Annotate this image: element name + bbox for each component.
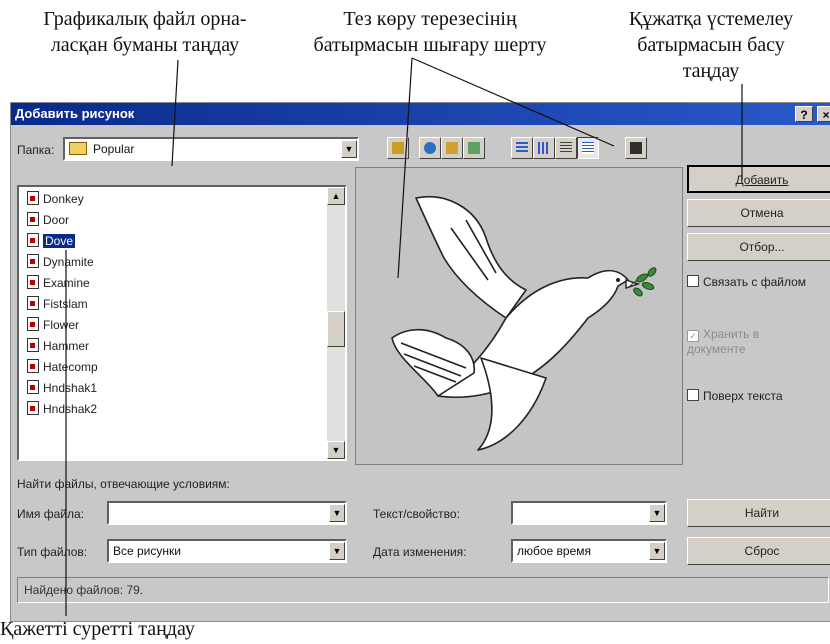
image-file-icon — [27, 380, 39, 394]
image-file-icon — [27, 338, 39, 352]
date-modified-dropdown-arrow[interactable]: ▼ — [649, 542, 665, 560]
image-file-icon — [27, 359, 39, 373]
checkbox-box[interactable] — [687, 275, 699, 287]
list-item[interactable]: Door — [27, 210, 69, 230]
date-modified-label: Дата изменения: — [373, 545, 467, 559]
insert-picture-dialog: Добавить рисунок ? × Папка: Popular ▼ Do… — [10, 102, 830, 622]
list-item[interactable]: Hndshak2 — [27, 399, 97, 419]
search-web-button[interactable] — [419, 137, 441, 159]
list-item[interactable]: Donkey — [27, 189, 84, 209]
folder-value: Popular — [93, 142, 135, 156]
list-item[interactable]: Hammer — [27, 336, 89, 356]
over-text-checkbox[interactable]: Поверх текста — [687, 389, 783, 403]
filetype-label: Тип файлов: — [17, 545, 88, 559]
list-scrollbar[interactable]: ▲ ▼ — [327, 187, 345, 459]
image-file-icon — [27, 317, 39, 331]
cancel-button[interactable]: Отмена — [687, 199, 830, 227]
search-heading: Найти файлы, отвечающие условиям: — [17, 477, 230, 491]
image-file-icon — [27, 275, 39, 289]
date-modified-select[interactable]: любое время — [511, 539, 667, 563]
image-file-icon — [27, 401, 39, 415]
scroll-up-arrow[interactable]: ▲ — [327, 187, 345, 205]
commands-button[interactable] — [625, 137, 647, 159]
checkbox-box[interactable]: ✓ — [687, 330, 699, 342]
image-file-icon — [27, 254, 39, 268]
status-bar: Найдено файлов: 79. — [17, 577, 829, 603]
filetype-dropdown-arrow[interactable]: ▼ — [329, 542, 345, 560]
reset-button[interactable]: Сброс — [687, 537, 830, 565]
favorites-button[interactable] — [441, 137, 463, 159]
filename-label: Имя файла: — [17, 507, 84, 521]
add-button[interactable]: Добавить — [687, 165, 830, 193]
folder-dropdown-arrow[interactable]: ▼ — [341, 140, 357, 158]
link-to-file-checkbox[interactable]: Связать с файлом — [687, 275, 806, 289]
help-button[interactable]: ? — [795, 106, 813, 122]
details-view-button[interactable] — [533, 137, 555, 159]
filter-button[interactable]: Отбор... — [687, 233, 830, 261]
dove-image — [391, 196, 657, 451]
annotation-preview: Тез көру терезесінің батырмасын шығару ш… — [313, 8, 547, 56]
image-file-icon — [27, 296, 39, 310]
list-item[interactable]: Fistslam — [27, 294, 88, 314]
up-folder-button[interactable] — [387, 137, 409, 159]
folder-select[interactable]: Popular — [63, 137, 359, 161]
checkbox-box[interactable] — [687, 389, 699, 401]
list-item[interactable]: Hndshak1 — [27, 378, 97, 398]
list-view-button[interactable] — [511, 137, 533, 159]
find-button[interactable]: Найти — [687, 499, 830, 527]
folder-label: Папка: — [17, 143, 55, 157]
text-property-dropdown-arrow[interactable]: ▼ — [649, 504, 665, 522]
list-item[interactable]: Examine — [27, 273, 90, 293]
dialog-title: Добавить рисунок — [11, 103, 830, 125]
close-button[interactable]: × — [817, 106, 830, 122]
annotation-folder: Графикалық файл орна- ласқан буманы таңд… — [43, 8, 247, 56]
list-item[interactable]: Hatecomp — [27, 357, 98, 377]
preview-pane — [355, 167, 683, 465]
preview-view-button[interactable] — [577, 137, 599, 159]
scroll-thumb[interactable] — [327, 311, 345, 347]
scroll-down-arrow[interactable]: ▼ — [327, 441, 345, 459]
list-item-selected[interactable]: Dove — [27, 231, 76, 251]
filetype-select[interactable]: Все рисунки — [107, 539, 347, 563]
store-in-document-checkbox[interactable]: ✓ Хранить в документе — [687, 327, 759, 356]
text-property-label: Текст/свойство: — [373, 507, 460, 521]
add-to-favorites-button[interactable] — [463, 137, 485, 159]
image-file-icon — [27, 233, 39, 247]
list-item[interactable]: Dynamite — [27, 252, 94, 272]
file-list[interactable]: Donkey Door Dove Dynamite Examine Fistsl… — [17, 185, 347, 461]
properties-view-button[interactable] — [555, 137, 577, 159]
image-file-icon — [27, 191, 39, 205]
filename-field[interactable] — [107, 501, 347, 525]
annotation-add: Құжатқа үстемелеу батырмасын басу таңдау — [628, 8, 794, 82]
text-property-field[interactable] — [511, 501, 667, 525]
image-file-icon — [27, 212, 39, 226]
folder-icon — [69, 142, 87, 155]
list-item[interactable]: Flower — [27, 315, 79, 335]
filename-dropdown-arrow[interactable]: ▼ — [329, 504, 345, 522]
